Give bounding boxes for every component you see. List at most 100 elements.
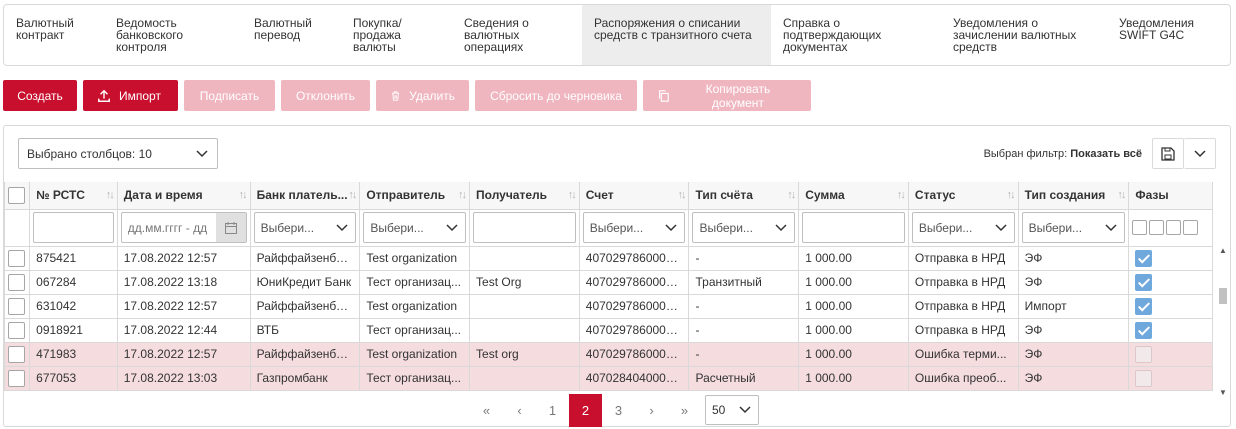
- column-header[interactable]: Сумма ↑↓: [798, 182, 909, 210]
- column-selector[interactable]: Выбрано столбцов: 10: [18, 138, 218, 169]
- create-button[interactable]: Создать: [3, 80, 77, 111]
- phase-filter-checkbox[interactable]: [1166, 220, 1182, 235]
- table-row[interactable]: 631042 17.08.2022 12:57 Райффайзенбанк Test…: [4, 293, 1213, 319]
- row-checkbox[interactable]: [8, 297, 25, 315]
- receiver-filter-input[interactable]: [473, 212, 576, 243]
- tab-currency-operations-info[interactable]: Сведения о валютных операциях: [452, 5, 582, 65]
- column-header[interactable]: Счет ↑↓: [578, 182, 690, 210]
- table-row[interactable]: 875421 17.08.2022 12:57 Райффайзенбанк Test…: [4, 245, 1213, 271]
- cell-status: Отправка в НРД: [907, 317, 1019, 343]
- column-header[interactable]: Отправитель ↑↓: [359, 182, 471, 210]
- sum-filter-input[interactable]: [802, 212, 905, 243]
- sort-icon[interactable]: ↑↓: [458, 189, 467, 201]
- column-header[interactable]: Получатель ↑↓: [469, 182, 580, 210]
- delete-button[interactable]: Удалить: [376, 80, 469, 111]
- column-label: Отправитель: [366, 188, 446, 203]
- filter-menu-button[interactable]: [1184, 138, 1216, 169]
- reject-button[interactable]: Отклонить: [281, 80, 370, 111]
- sort-icon[interactable]: ↑↓: [677, 189, 686, 201]
- vertical-scrollbar[interactable]: ▲ ▼: [1216, 246, 1230, 397]
- sort-icon[interactable]: ↑↓: [1117, 189, 1126, 201]
- sort-icon[interactable]: ↑↓: [787, 189, 796, 201]
- cell-ctype: ЭФ: [1017, 365, 1130, 391]
- column-header[interactable]: Статус ↑↓: [907, 182, 1019, 210]
- phase-filter-checkbox[interactable]: [1183, 220, 1199, 235]
- creation-type-filter-select[interactable]: Выбери...: [1021, 212, 1126, 243]
- table-row[interactable]: 0918921 17.08.2022 12:44 ВТБ Тест организац…: [4, 317, 1213, 343]
- row-checkbox[interactable]: [8, 369, 25, 387]
- cell-ctype: ЭФ: [1017, 341, 1130, 367]
- sort-icon[interactable]: ↑↓: [568, 189, 577, 201]
- table-row[interactable]: 067284 17.08.2022 13:18 ЮниКредит Банк Тест…: [4, 269, 1213, 295]
- import-button[interactable]: Импорт: [83, 80, 178, 111]
- tab-swift-g4c[interactable]: Уведомления SWIFT G4C: [1107, 5, 1217, 65]
- phase-checkbox: [1135, 345, 1153, 363]
- sort-icon[interactable]: ↑↓: [106, 189, 115, 201]
- tab-bank-control-statement[interactable]: Ведомость банковского контроля: [104, 5, 242, 65]
- select-all-checkbox[interactable]: [8, 186, 25, 204]
- import-label: Импорт: [119, 88, 161, 103]
- tab-currency-transfer[interactable]: Валютный перевод: [242, 5, 341, 65]
- tab-currency-credit-notices[interactable]: Уведомления о зачислении валютных средст…: [941, 5, 1107, 65]
- column-header[interactable]: № РСТС ↑↓: [29, 182, 118, 210]
- phase-checkbox[interactable]: [1135, 297, 1153, 315]
- sign-button[interactable]: Подписать: [184, 80, 275, 111]
- cell-bank: Райффайзенбанк: [249, 245, 361, 271]
- tab-transit-account-orders[interactable]: Распоряжения о списании средств с транзи…: [582, 5, 771, 65]
- row-checkbox[interactable]: [8, 321, 25, 339]
- cell-acctype: -: [688, 293, 800, 319]
- date-filter-input[interactable]: дд.мм.гггг - дд: [120, 212, 247, 243]
- phase-checkbox[interactable]: [1135, 321, 1153, 339]
- tab-currency-contract[interactable]: Валютный контракт: [4, 5, 104, 65]
- column-header[interactable]: Тип создания ↑↓: [1017, 182, 1130, 210]
- column-header[interactable]: Банк платель... ↑↓: [249, 182, 361, 210]
- account-filter-select[interactable]: Выбери...: [582, 212, 686, 243]
- number-filter-input[interactable]: [33, 212, 114, 243]
- scroll-down-icon[interactable]: ▼: [1219, 388, 1227, 397]
- filter-cell: Выбери...: [359, 208, 471, 247]
- copy-document-button[interactable]: Копировать документ: [643, 80, 811, 111]
- page-3-button[interactable]: 3: [602, 394, 635, 427]
- page-2-button[interactable]: 2: [569, 393, 602, 427]
- table-row[interactable]: 471983 17.08.2022 12:57 Райффайзенбанк Test…: [4, 341, 1213, 367]
- row-checkbox[interactable]: [8, 249, 25, 267]
- sort-icon[interactable]: ↑↓: [897, 189, 906, 201]
- cell-account: 4070297860004...: [578, 317, 690, 343]
- page-1-button[interactable]: 1: [536, 394, 569, 427]
- last-page-button[interactable]: »: [668, 394, 701, 427]
- scroll-thumb[interactable]: [1219, 288, 1227, 304]
- sender-filter-select[interactable]: Выбери...: [363, 212, 467, 243]
- phase-checkbox[interactable]: [1135, 249, 1153, 267]
- upload-icon: [98, 89, 110, 102]
- phase-filter-checkbox[interactable]: [1149, 220, 1165, 235]
- prev-page-button[interactable]: ‹: [503, 394, 536, 427]
- first-page-button[interactable]: «: [470, 394, 503, 427]
- chevron-down-icon: [739, 406, 751, 414]
- next-page-button[interactable]: ›: [635, 394, 668, 427]
- tab-supporting-documents[interactable]: Справка о подтверждающих документах: [771, 5, 941, 65]
- status-filter-select[interactable]: Выбери...: [911, 212, 1015, 243]
- page-size-select[interactable]: 50: [705, 395, 759, 425]
- tab-currency-exchange[interactable]: Покупка/ продажа валюты: [341, 5, 452, 65]
- table-row[interactable]: 677053 17.08.2022 13:03 Газпромбанк Тест ор…: [4, 365, 1213, 391]
- column-header[interactable]: Тип счёта ↑↓: [688, 182, 800, 210]
- row-checkbox[interactable]: [8, 273, 25, 291]
- reset-to-draft-button[interactable]: Сбросить до черновика: [475, 80, 637, 111]
- sort-icon[interactable]: ↑↓: [1007, 189, 1016, 201]
- row-checkbox[interactable]: [8, 345, 25, 363]
- scroll-up-icon[interactable]: ▲: [1219, 246, 1227, 255]
- sort-icon[interactable]: ↑↓: [239, 189, 248, 201]
- column-header[interactable]: Дата и время ↑↓: [116, 182, 251, 210]
- bank-filter-select[interactable]: Выбери...: [253, 212, 357, 243]
- chevron-down-icon: [775, 223, 787, 231]
- account-type-filter-select[interactable]: Выбери...: [692, 212, 796, 243]
- sort-icon[interactable]: ↑↓: [348, 189, 357, 201]
- row-select-cell: [4, 269, 31, 295]
- cell-ctype: ЭФ: [1017, 269, 1130, 295]
- calendar-icon[interactable]: [215, 213, 246, 242]
- phase-filter-checkbox[interactable]: [1132, 220, 1148, 235]
- cell-num: 631042: [29, 293, 118, 319]
- page-size-value: 50: [712, 403, 726, 417]
- save-filter-button[interactable]: [1152, 138, 1184, 169]
- phase-checkbox[interactable]: [1135, 273, 1153, 291]
